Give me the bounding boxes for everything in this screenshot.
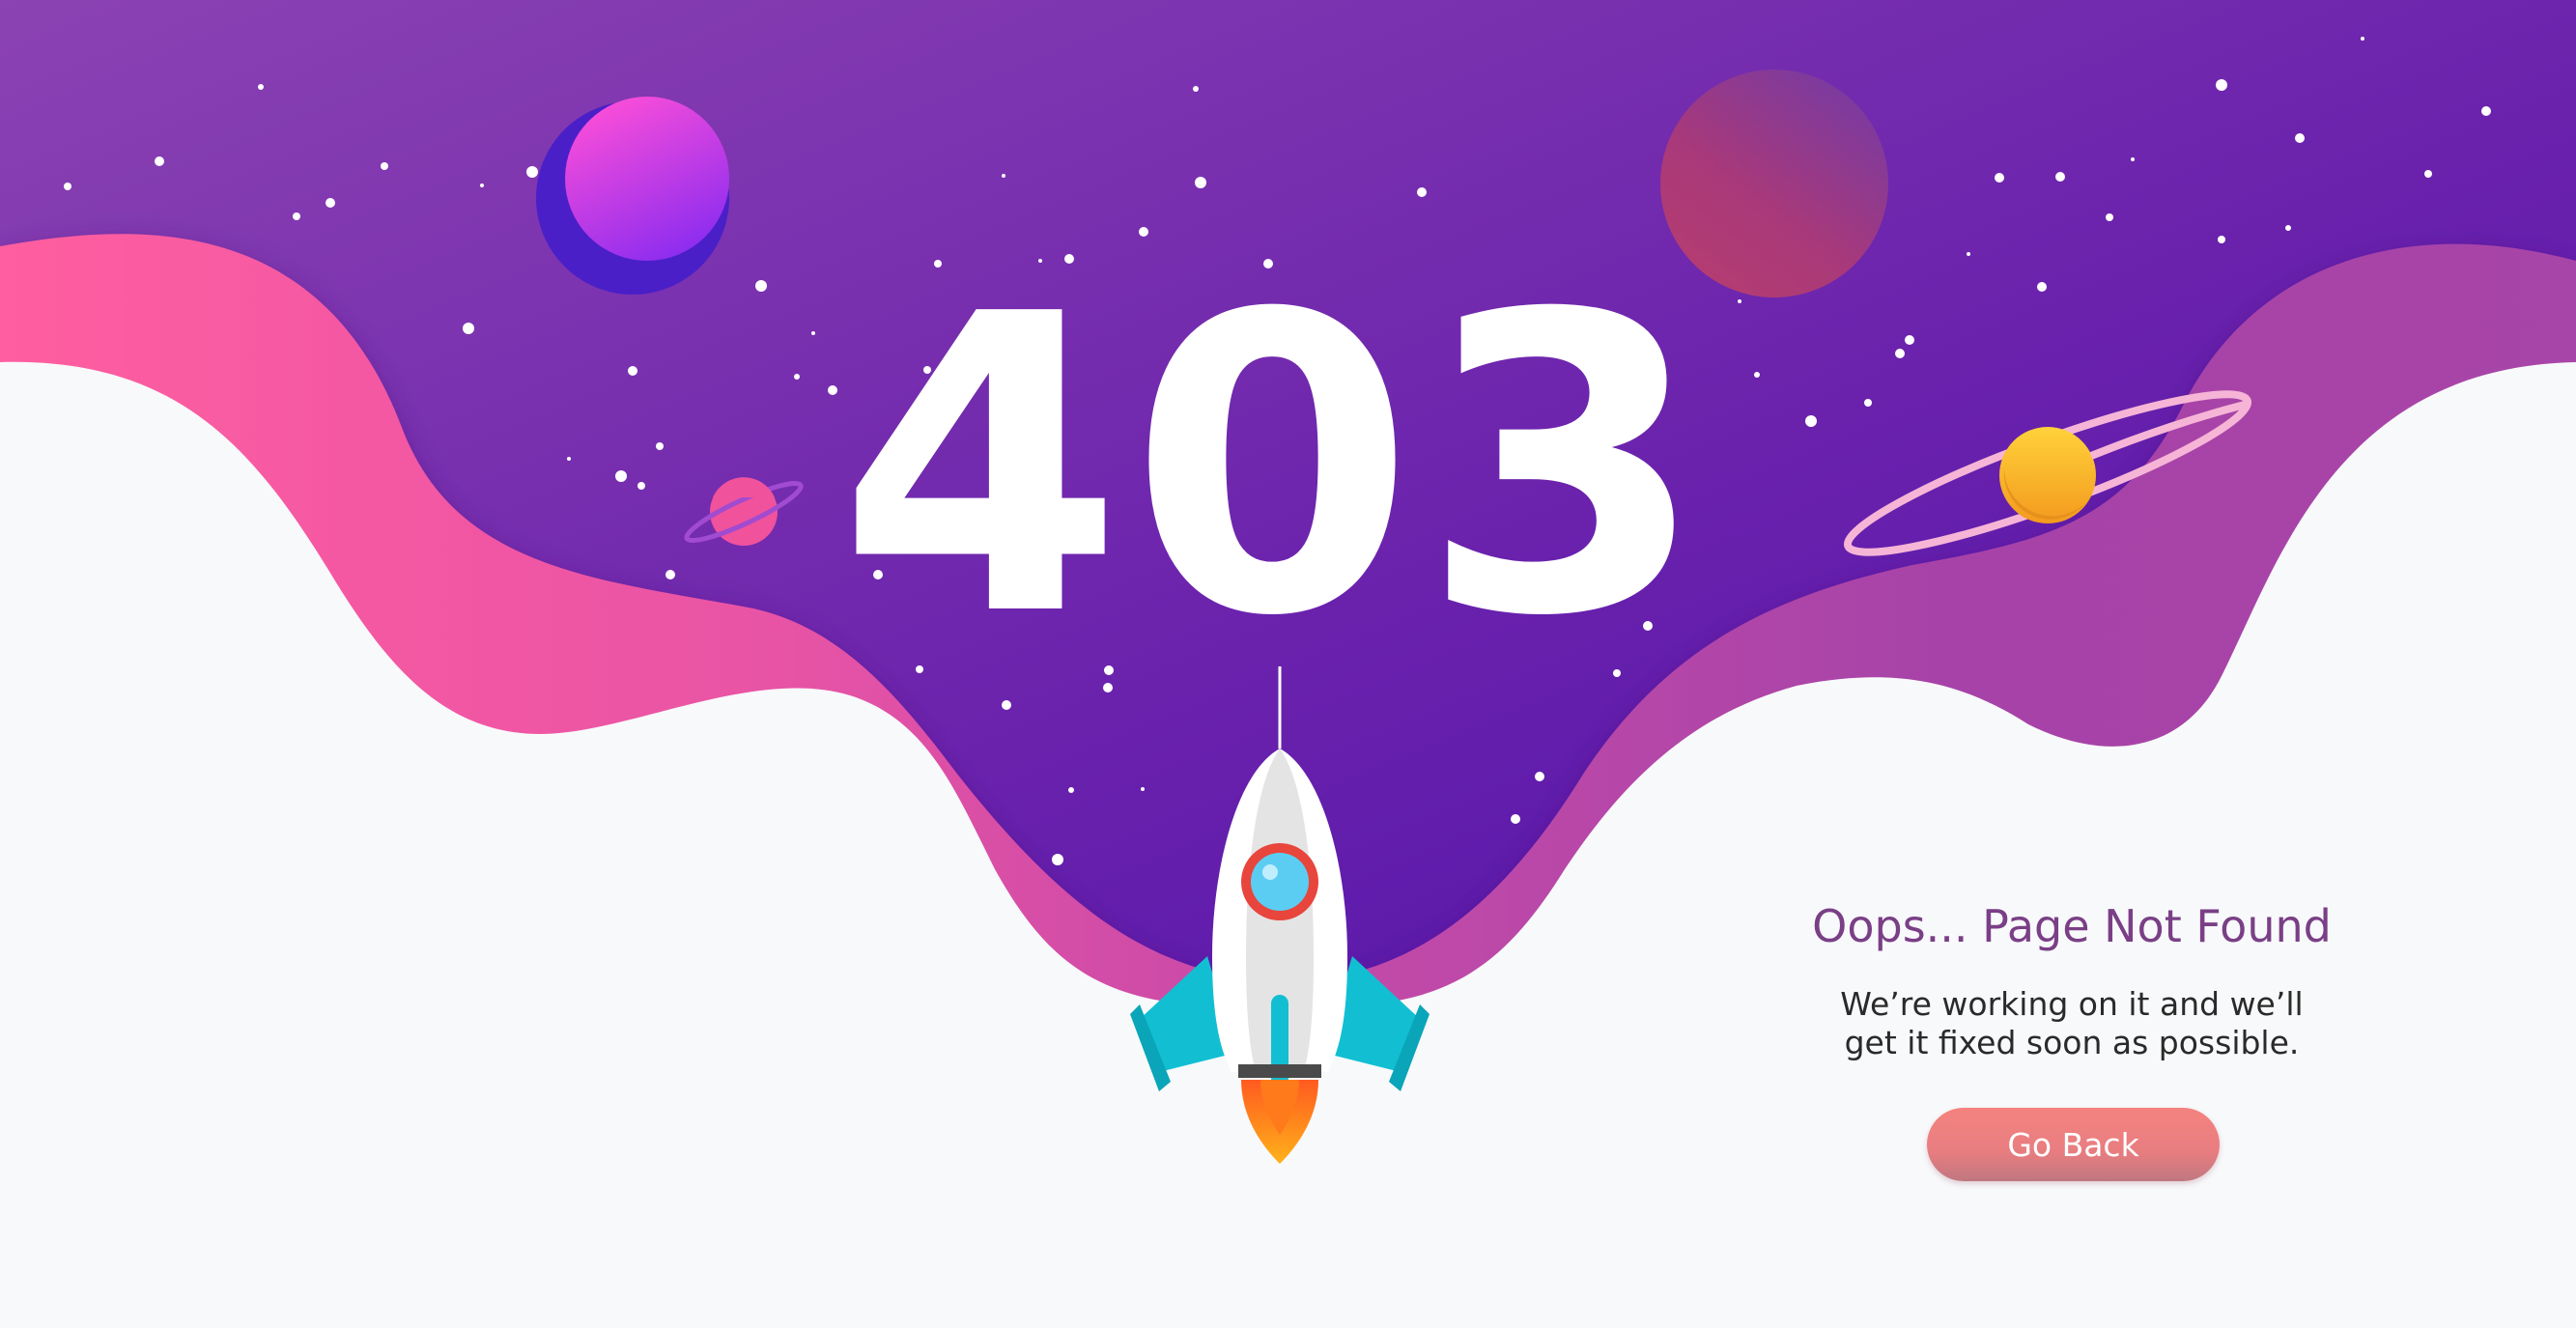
- error-message-line: We’re working on it and we’ll: [1840, 985, 2304, 1023]
- svg-text:403: 403: [837, 229, 1712, 706]
- error-code: 403: [837, 229, 1712, 706]
- error-message-title: Oops... Page Not Found: [1812, 900, 2332, 952]
- error-message-body: We’re working on it and we’ll get it fix…: [1753, 985, 2391, 1062]
- error-message-line: get it fixed soon as possible.: [1844, 1024, 2300, 1061]
- go-back-button[interactable]: Go Back: [1927, 1108, 2220, 1181]
